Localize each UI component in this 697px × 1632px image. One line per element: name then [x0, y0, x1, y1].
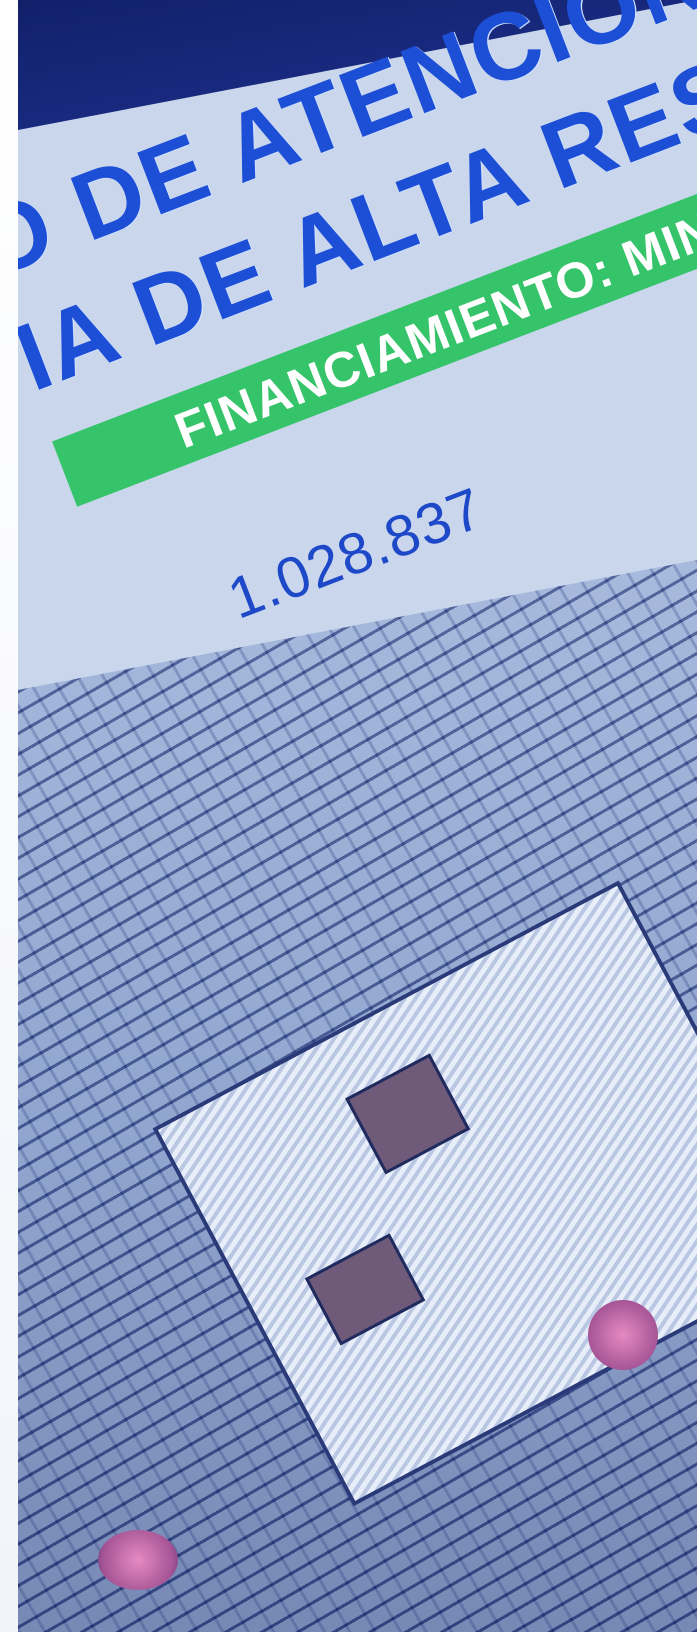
- courtyard: [304, 1233, 426, 1346]
- amount-text: 1.028.837: [219, 475, 493, 632]
- led-screen: O DE ATENCIÓN P IA DE ALTA RESO FINANCIA…: [18, 0, 697, 1632]
- tree: [588, 1300, 658, 1370]
- courtyard: [345, 1053, 471, 1175]
- tree: [98, 1530, 178, 1590]
- left-edge: [0, 0, 18, 1632]
